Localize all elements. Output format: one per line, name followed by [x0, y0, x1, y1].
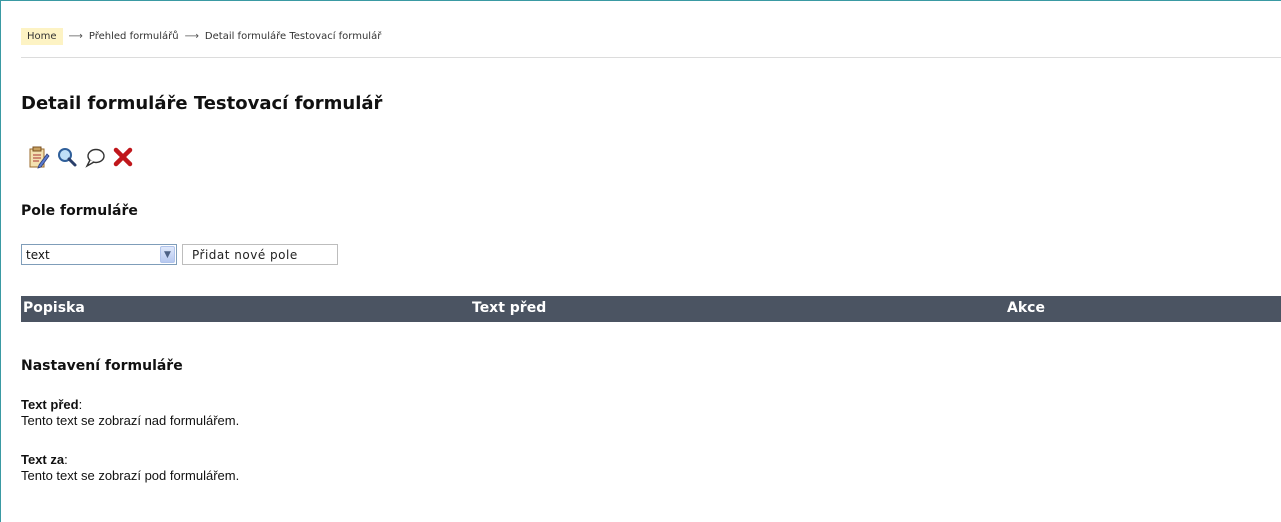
field-type-select-value: text	[26, 247, 50, 262]
page-title: Detail formuláře Testovací formulář	[21, 93, 383, 114]
text-after-value: Tento text se zobrazí pod formulářem.	[21, 468, 240, 483]
search-icon[interactable]	[56, 145, 78, 169]
action-toolbar	[28, 145, 134, 169]
breadcrumb: Home ⟶ Přehled formulářů ⟶ Detail formul…	[21, 28, 1281, 58]
chevron-down-icon[interactable]: ▼	[160, 246, 175, 263]
breadcrumb-home-link[interactable]: Home	[21, 28, 63, 45]
text-after-label: Text za	[21, 452, 65, 467]
comment-icon[interactable]	[84, 145, 106, 169]
breadcrumb-forms-overview-link[interactable]: Přehled formulářů	[89, 28, 179, 42]
edit-icon[interactable]	[28, 145, 50, 169]
settings-section-heading: Nastavení formuláře	[21, 358, 183, 374]
text-before-block: Text před: Tento text se zobrazí nad for…	[21, 397, 239, 429]
text-before-label: Text před	[21, 397, 79, 412]
add-field-button[interactable]: Přidat nové pole	[182, 244, 338, 265]
breadcrumb-current: Detail formuláře Testovací formulář	[204, 31, 382, 42]
fields-section-heading: Pole formuláře	[21, 203, 138, 219]
label-colon: :	[64, 452, 68, 467]
breadcrumb-separator: ⟶	[184, 31, 199, 42]
column-header-text-before[interactable]: Text před	[472, 300, 546, 316]
delete-icon[interactable]	[112, 145, 134, 169]
fields-table-header: Popiska Text před Akce	[21, 296, 1281, 322]
column-header-label[interactable]: Popiska	[23, 300, 85, 316]
breadcrumb-separator: ⟶	[68, 31, 83, 42]
text-after-block: Text za: Tento text se zobrazí pod formu…	[21, 452, 239, 484]
field-type-select[interactable]: text ▼	[21, 244, 177, 265]
text-before-value: Tento text se zobrazí nad formulářem.	[21, 413, 240, 428]
column-header-actions[interactable]: Akce	[1007, 300, 1045, 316]
label-colon: :	[78, 397, 83, 412]
